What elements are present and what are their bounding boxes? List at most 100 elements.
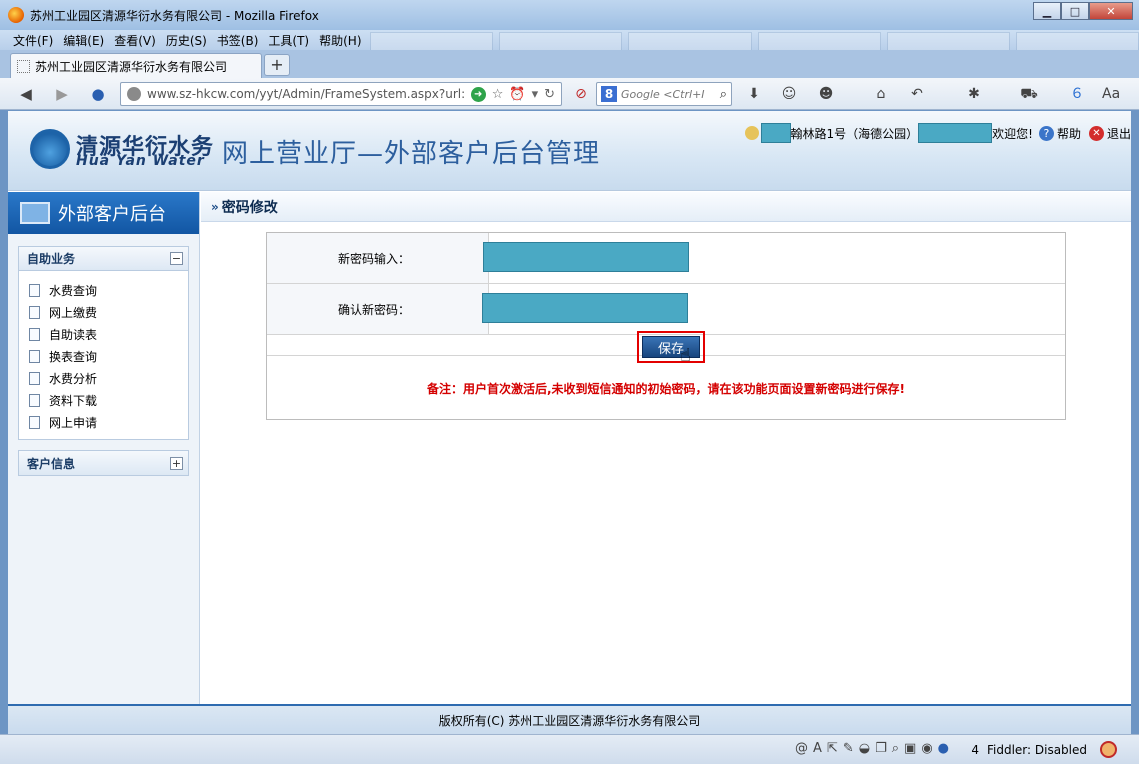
menu-file[interactable]: 文件(F) bbox=[8, 32, 58, 49]
sidebar-item-label: 网上申请 bbox=[49, 415, 98, 430]
exit-link[interactable]: 退出 bbox=[1107, 125, 1131, 142]
help-icon[interactable]: ? bbox=[1038, 125, 1054, 141]
user-icon bbox=[744, 126, 759, 140]
search-engine-icon[interactable]: 8 bbox=[601, 86, 617, 102]
water-drop-logo-icon bbox=[30, 129, 70, 169]
text-a-icon[interactable]: A bbox=[813, 741, 822, 756]
document-icon bbox=[29, 349, 40, 363]
url-bar[interactable]: www.sz-hkcw.com/yyt/Admin/FrameSystem.as… bbox=[120, 82, 562, 106]
sidebar-item-label: 自助读表 bbox=[49, 327, 98, 342]
cloud-6-icon[interactable]: ６ bbox=[1068, 85, 1086, 103]
new-password-cell bbox=[483, 233, 1065, 283]
confirm-password-input[interactable] bbox=[482, 293, 688, 323]
panel-title: 客户信息 bbox=[27, 456, 76, 471]
new-tab-button[interactable]: + bbox=[264, 54, 290, 76]
print-icon[interactable]: ▣ bbox=[904, 741, 916, 756]
camera-icon[interactable]: ◉ bbox=[921, 741, 932, 756]
eye-icon[interactable]: ● bbox=[938, 741, 949, 756]
menu-help[interactable]: 帮助(H) bbox=[314, 32, 366, 49]
sidebar-item-label: 换表查询 bbox=[49, 349, 98, 364]
maximize-button[interactable]: □ bbox=[1061, 2, 1089, 20]
cart-icon[interactable]: ⛟ bbox=[1020, 85, 1038, 103]
new-password-input[interactable] bbox=[483, 242, 689, 272]
forward-arrow-icon[interactable]: ▶ bbox=[52, 84, 72, 104]
reload-icon[interactable]: ↻ bbox=[544, 87, 555, 102]
menu-history[interactable]: 历史(S) bbox=[161, 32, 212, 49]
help-link[interactable]: 帮助 bbox=[1057, 125, 1081, 142]
close-window-button[interactable]: ✕ bbox=[1089, 2, 1133, 20]
panel-customer-info: 客户信息 + bbox=[18, 450, 189, 476]
sidebar-item-label: 水费查询 bbox=[49, 283, 98, 298]
form-row-confirm-password: 确认新密码： bbox=[267, 284, 1065, 335]
reader-aa-icon[interactable]: Aa bbox=[1102, 85, 1120, 103]
go-arrow-icon[interactable]: ➜ bbox=[470, 86, 486, 102]
search-box[interactable]: 8 Google <Ctrl+I ⌕ bbox=[596, 82, 732, 106]
brush-icon[interactable]: ✎ bbox=[843, 741, 854, 756]
menu-view[interactable]: 查看(V) bbox=[109, 32, 161, 49]
collapse-toggle-icon[interactable]: − bbox=[170, 252, 183, 265]
magnifier-icon[interactable]: ⌕ bbox=[720, 87, 731, 102]
ghost-tab bbox=[1015, 32, 1139, 52]
save-button-highlight: 保存 bbox=[637, 331, 705, 363]
ghost-tab bbox=[757, 32, 881, 52]
menu-edit[interactable]: 编辑(E) bbox=[58, 32, 109, 49]
sidebar-item-meter-change-query[interactable]: 换表查询 bbox=[29, 345, 188, 367]
menu-tools[interactable]: 工具(T) bbox=[263, 32, 314, 49]
smiley-menu-icon[interactable]: ☻ bbox=[817, 85, 835, 103]
at-sign-icon[interactable]: @ bbox=[795, 741, 808, 756]
form-note: 备注：用户首次激活后,未收到短信通知的初始密码，请在该功能页面设置新密码进行保存… bbox=[426, 382, 906, 396]
sidebar-item-water-fee-analysis[interactable]: 水费分析 bbox=[29, 367, 188, 389]
page-title: 密码修改 bbox=[221, 199, 278, 216]
firefox-logo-icon bbox=[8, 7, 24, 23]
zoom-icon[interactable]: ⌕ bbox=[892, 741, 899, 756]
url-text[interactable]: www.sz-hkcw.com/yyt/Admin/FrameSystem.as… bbox=[147, 87, 471, 101]
home-eye-icon[interactable]: ● bbox=[88, 84, 108, 104]
menu-bookmarks[interactable]: 书签(B) bbox=[212, 32, 264, 49]
document-icon bbox=[29, 393, 40, 407]
sidebar-item-online-application[interactable]: 网上申请 bbox=[29, 411, 188, 433]
site-identity-icon[interactable] bbox=[127, 87, 141, 101]
home-icon[interactable]: ⌂ bbox=[872, 85, 890, 103]
share-icon[interactable]: ⇱ bbox=[827, 741, 838, 756]
bookmark-star-icon[interactable]: ☆ bbox=[492, 87, 504, 102]
web-page: 清源华衍水务 Hua Yan Water 网上营业厅—外部客户后台管理 翰林路1… bbox=[8, 111, 1131, 734]
exit-icon[interactable]: ✕ bbox=[1088, 125, 1104, 141]
browser-tab-active[interactable]: 苏州工业园区清源华衍水务有限公司 bbox=[10, 53, 262, 78]
back-arrow-icon[interactable]: ◀ bbox=[16, 84, 36, 104]
fiddler-disabled-icon[interactable] bbox=[1100, 741, 1117, 758]
form-row-new-password: 新密码输入： bbox=[267, 233, 1065, 284]
page-favicon-icon bbox=[17, 59, 30, 73]
mask-icon[interactable]: ◒ bbox=[859, 741, 870, 756]
window-icon[interactable]: ❐ bbox=[875, 741, 887, 756]
minimize-button[interactable]: ▁ bbox=[1033, 2, 1061, 20]
sidebar-item-self-meter-reading[interactable]: 自助读表 bbox=[29, 323, 188, 345]
ghost-tab bbox=[499, 32, 623, 52]
status-addon-icons: @ A ⇱ ✎ ◒ ❐ ⌕ ▣ ◉ ● bbox=[795, 741, 949, 756]
window-title: 苏州工业园区清源华衍水务有限公司 - Mozilla Firefox bbox=[30, 8, 319, 23]
url-bar-icons: ➜ ☆ ⏰ ▾ ↻ bbox=[470, 86, 561, 102]
sidebar-item-document-download[interactable]: 资料下载 bbox=[29, 389, 188, 411]
panel-header-customer-info[interactable]: 客户信息 + bbox=[19, 451, 188, 475]
fiddler-status[interactable]: Fiddler: Disabled bbox=[987, 743, 1087, 757]
new-password-label: 新密码输入： bbox=[267, 233, 489, 283]
user-info-bar: 翰林路1号（海德公园） 欢迎您! ? 帮助 ✕ 退出 bbox=[744, 123, 1131, 143]
bug-icon[interactable]: ✱ bbox=[965, 85, 983, 103]
alarm-clock-icon[interactable]: ⏰ bbox=[509, 87, 525, 102]
copyright-text: 版权所有(C) 苏州工业园区清源华衍水务有限公司 bbox=[438, 713, 701, 728]
panel-self-service: 自助业务 − 水费查询 网上缴费 自助读表 换表查询 水费分析 资料下载 网上申… bbox=[18, 246, 189, 440]
panel-header-self-service[interactable]: 自助业务 − bbox=[19, 247, 188, 271]
save-button[interactable]: 保存 bbox=[642, 336, 700, 358]
main-content: » 密码修改 新密码输入： 确认新密码： 保存 ☝ 备注：用户首次激活后,未收到 bbox=[201, 192, 1131, 704]
expand-toggle-icon[interactable]: + bbox=[170, 456, 183, 470]
sidebar-item-water-fee-query[interactable]: 水费查询 bbox=[29, 279, 188, 301]
adblock-icon[interactable]: ⊘ bbox=[572, 85, 590, 103]
search-placeholder[interactable]: Google <Ctrl+I bbox=[621, 88, 720, 101]
dropdown-arrow-icon[interactable]: ▾ bbox=[532, 87, 539, 102]
download-icon[interactable]: ⬇ bbox=[745, 85, 763, 103]
addon-face-icon[interactable]: ☺ bbox=[780, 85, 798, 103]
window-controls: ▁ □ ✕ bbox=[1033, 2, 1133, 20]
undo-icon[interactable]: ↶ bbox=[908, 85, 926, 103]
panel-title: 自助业务 bbox=[27, 252, 76, 266]
confirm-password-label: 确认新密码： bbox=[267, 284, 489, 334]
sidebar-item-online-payment[interactable]: 网上缴费 bbox=[29, 301, 188, 323]
